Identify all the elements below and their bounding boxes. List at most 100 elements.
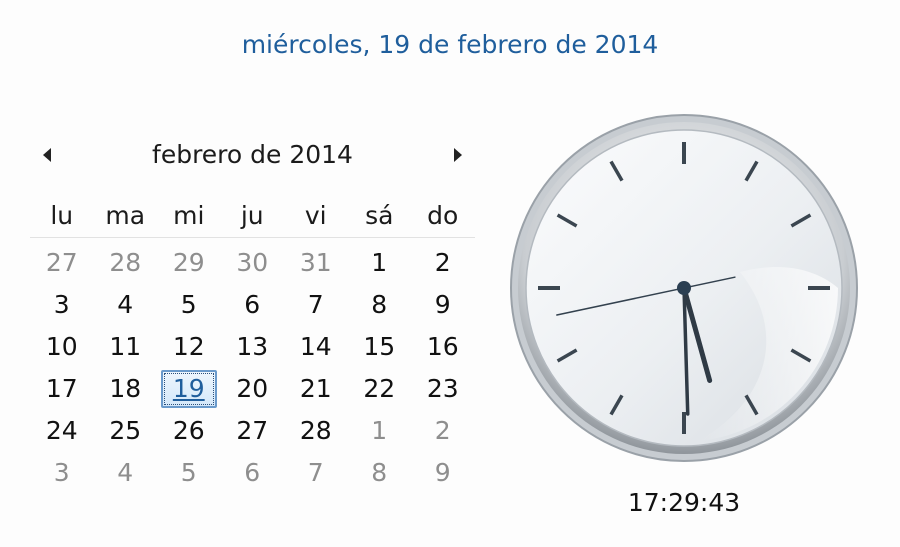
calendar-day[interactable]: 30 [221, 242, 285, 284]
calendar-week-row: 27 28 29 30 31 1 2 [30, 242, 475, 284]
calendar-day-number: 5 [180, 458, 197, 487]
calendar-day-number: 8 [371, 458, 388, 487]
calendar-day[interactable]: 24 [30, 410, 94, 452]
calendar-day-number: 11 [109, 332, 142, 361]
clock-center-pin [677, 281, 691, 295]
calendar-day[interactable]: 7 [284, 284, 348, 326]
calendar-day[interactable]: 2 [411, 410, 475, 452]
weekday-label: vi [304, 201, 327, 230]
calendar-day[interactable]: 9 [411, 284, 475, 326]
calendar-day[interactable]: 11 [94, 326, 158, 368]
calendar-day-number: 24 [45, 416, 78, 445]
calendar-day[interactable]: 8 [348, 452, 412, 494]
calendar-day[interactable]: 3 [30, 284, 94, 326]
triangle-left-icon [43, 148, 51, 162]
calendar-day-number: 2 [434, 248, 451, 277]
calendar-day[interactable]: 16 [411, 326, 475, 368]
calendar-day[interactable]: 7 [284, 452, 348, 494]
calendar-day-number: 29 [172, 248, 205, 277]
calendar-day-number: 4 [117, 458, 134, 487]
calendar-day-number: 3 [53, 290, 70, 319]
calendar-day[interactable]: 27 [30, 242, 94, 284]
date-time-panel: miércoles, 19 de febrero de 2014 febrero… [0, 0, 900, 547]
calendar-day[interactable]: 5 [157, 452, 221, 494]
calendar-day-number: 4 [117, 290, 134, 319]
calendar-day[interactable]: 28 [284, 410, 348, 452]
calendar-day-number: 20 [236, 374, 269, 403]
calendar-day[interactable]: 9 [411, 452, 475, 494]
calendar-day-number: 3 [53, 458, 70, 487]
calendar-day[interactable]: 22 [348, 368, 412, 410]
calendar-day[interactable]: 27 [221, 410, 285, 452]
calendar-day[interactable]: 8 [348, 284, 412, 326]
weekday-label: lu [50, 201, 74, 230]
calendar-day[interactable]: 29 [157, 242, 221, 284]
calendar-day-number: 9 [434, 290, 451, 319]
calendar-day[interactable]: 13 [221, 326, 285, 368]
calendar-day[interactable]: 18 [94, 368, 158, 410]
prev-month-button[interactable] [32, 140, 62, 170]
calendar-day-number: 31 [299, 248, 332, 277]
calendar-day-number: 30 [236, 248, 269, 277]
calendar-day-number: 2 [434, 416, 451, 445]
calendar-day[interactable]: 10 [30, 326, 94, 368]
calendar-day-number: 15 [363, 332, 396, 361]
calendar-day-number: 13 [236, 332, 269, 361]
analog-clock [508, 112, 860, 464]
calendar-day-number: 23 [426, 374, 459, 403]
calendar-week-row: 17 18 19 20 21 22 23 [30, 368, 475, 410]
calendar-day-number: 21 [299, 374, 332, 403]
calendar-day-number: 1 [371, 248, 388, 277]
triangle-right-icon [454, 148, 462, 162]
calendar-day[interactable]: 17 [30, 368, 94, 410]
calendar-day[interactable]: 31 [284, 242, 348, 284]
weekday-label: ma [105, 201, 146, 230]
calendar-day-number: 18 [109, 374, 142, 403]
calendar-day[interactable]: 26 [157, 410, 221, 452]
calendar-day[interactable]: 20 [221, 368, 285, 410]
weekday-header-row: lu ma mi ju vi sá do [30, 195, 475, 238]
calendar-day-number: 5 [180, 290, 197, 319]
weekday-label: mi [173, 201, 205, 230]
calendar-day-number: 25 [109, 416, 142, 445]
calendar-day[interactable]: 1 [348, 410, 412, 452]
calendar-day[interactable]: 15 [348, 326, 412, 368]
calendar-day-number: 12 [172, 332, 205, 361]
calendar-day[interactable]: 28 [94, 242, 158, 284]
calendar-day[interactable]: 6 [221, 452, 285, 494]
digital-time: 17:29:43 [627, 488, 741, 517]
calendar-day-number: 19 [172, 374, 205, 403]
weekday-label: ju [240, 201, 264, 230]
calendar-day-number: 27 [45, 248, 78, 277]
calendar-day[interactable]: 21 [284, 368, 348, 410]
calendar-day-number: 6 [244, 290, 261, 319]
month-title[interactable]: febrero de 2014 [90, 140, 415, 169]
calendar-day-number: 10 [45, 332, 78, 361]
calendar-day-number: 28 [109, 248, 142, 277]
calendar-day[interactable]: 5 [157, 284, 221, 326]
calendar-week-row: 3 4 5 6 7 8 9 [30, 452, 475, 494]
calendar-day[interactable]: 25 [94, 410, 158, 452]
calendar-day[interactable]: 4 [94, 284, 158, 326]
calendar-day[interactable]: 4 [94, 452, 158, 494]
calendar-day[interactable]: 23 [411, 368, 475, 410]
calendar-day-number: 28 [299, 416, 332, 445]
calendar-week-row: 24 25 26 27 28 1 2 [30, 410, 475, 452]
calendar-day[interactable]: 3 [30, 452, 94, 494]
weekday-label: do [427, 201, 459, 230]
calendar-day-number: 6 [244, 458, 261, 487]
calendar-day-number: 14 [299, 332, 332, 361]
next-month-button[interactable] [443, 140, 473, 170]
calendar-day[interactable]: 1 [348, 242, 412, 284]
calendar-day[interactable]: 2 [411, 242, 475, 284]
long-date-link[interactable]: miércoles, 19 de febrero de 2014 [0, 30, 900, 59]
weekday-label: sá [365, 201, 394, 230]
calendar-day-number: 26 [172, 416, 205, 445]
calendar-day[interactable]: 12 [157, 326, 221, 368]
calendar-day-today[interactable]: 19 [157, 368, 221, 410]
calendar-day-number: 17 [45, 374, 78, 403]
calendar-day[interactable]: 14 [284, 326, 348, 368]
calendar-day[interactable]: 6 [221, 284, 285, 326]
calendar-header: febrero de 2014 [30, 136, 475, 176]
calendar-day-number: 9 [434, 458, 451, 487]
